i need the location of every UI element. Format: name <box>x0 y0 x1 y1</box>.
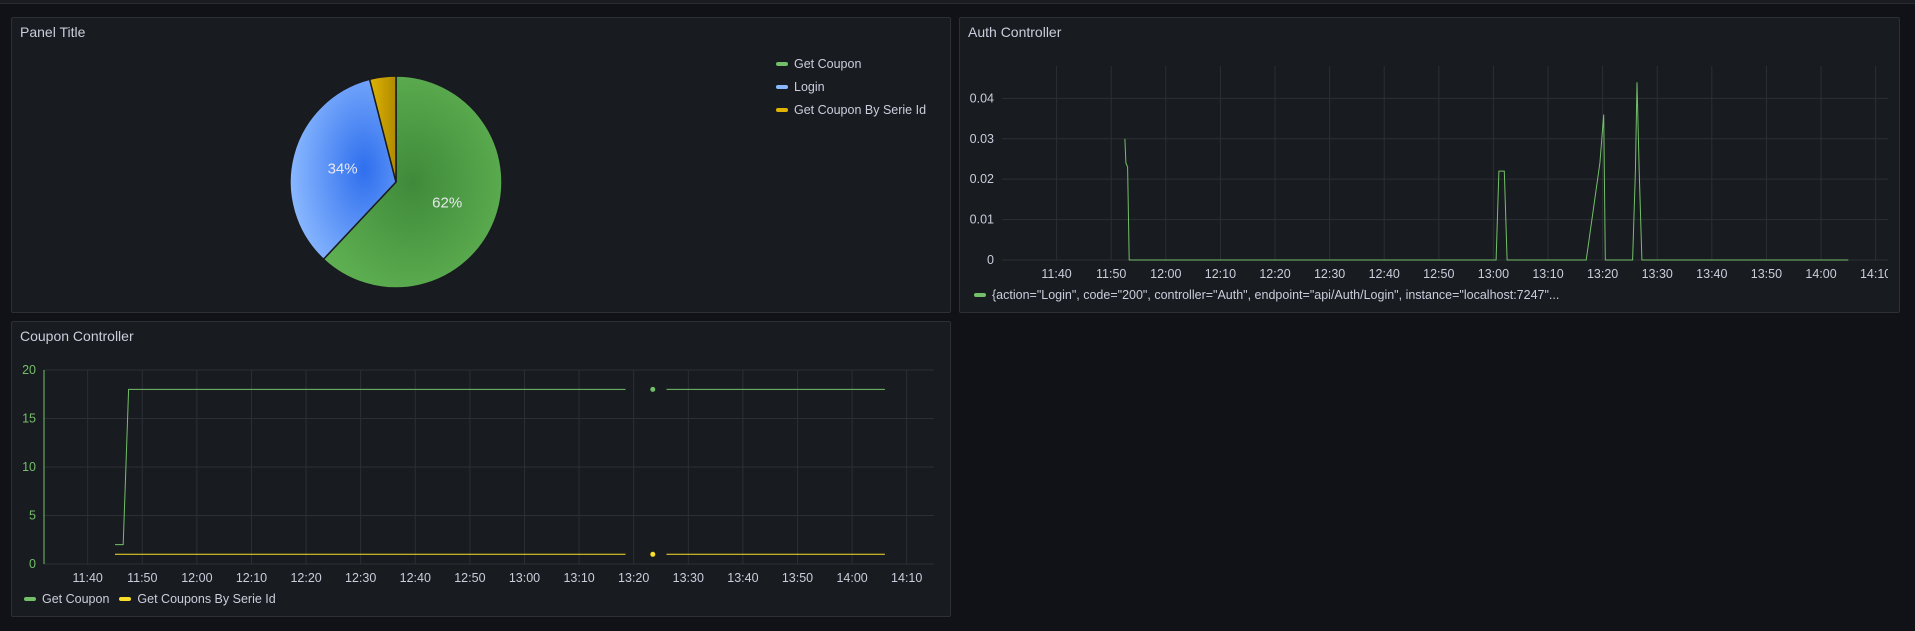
x-tick-label: 14:00 <box>836 571 867 585</box>
x-tick-label: 12:30 <box>345 571 376 585</box>
legend-item[interactable]: Get Coupon <box>776 57 861 71</box>
x-tick-label: 13:30 <box>1642 267 1673 281</box>
auth-controller-panel: Auth Controller 0 0.01 0.02 0.03 0.04 11:40 11… <box>959 17 1900 313</box>
y-tick-label: 20 <box>22 363 36 377</box>
y-tick-label: 0.03 <box>970 132 994 146</box>
x-tick-label: 12:50 <box>454 571 485 585</box>
x-tick-label: 13:00 <box>1478 267 1509 281</box>
y-tick-label: 0 <box>987 253 994 267</box>
y-tick-label: 5 <box>29 509 36 523</box>
x-tick-label: 12:10 <box>1205 267 1236 281</box>
x-tick-label: 13:20 <box>618 571 649 585</box>
y-tick-label: 0 <box>29 557 36 571</box>
x-tick-label: 13:50 <box>782 571 813 585</box>
legend-swatch <box>776 85 788 89</box>
x-tick-label: 12:40 <box>1369 267 1400 281</box>
x-tick-label: 13:50 <box>1751 267 1782 281</box>
x-tick-label: 11:50 <box>127 571 157 585</box>
x-tick-label: 13:10 <box>563 571 594 585</box>
x-tick-label: 11:50 <box>1096 267 1126 281</box>
x-tick-label: 13:30 <box>673 571 704 585</box>
x-tick-label: 12:30 <box>1314 267 1345 281</box>
coupon-line-chart: 0 5 10 15 20 11:40 11:50 12:00 12:10 12:20 12:30 12… <box>22 363 934 585</box>
top-bar-divider <box>0 0 1915 4</box>
legend-swatch <box>776 62 788 66</box>
x-tick-label: 12:40 <box>400 571 431 585</box>
y-tick-label: 0.02 <box>970 172 994 186</box>
auth-plot-area: 0 0.01 0.02 0.03 0.04 11:40 11:50 12:00 12:10 12:… <box>970 66 1891 281</box>
legend-item[interactable]: Get Coupons By Serie Id <box>119 592 276 606</box>
legend-item[interactable]: {action="Login", code="200", controller=… <box>974 288 1559 302</box>
coupon-controller-panel: Coupon Controller 0 5 10 15 20 11:40 11:50 12:0… <box>11 321 951 617</box>
legend-swatch <box>24 597 36 601</box>
legend-item[interactable]: Login <box>776 80 825 94</box>
legend-label: {action="Login", code="200", controller=… <box>992 288 1560 302</box>
x-tick-label: 13:10 <box>1532 267 1563 281</box>
legend-swatch <box>776 108 788 112</box>
x-tick-label: 12:00 <box>1150 267 1181 281</box>
x-tick-label: 12:00 <box>181 571 212 585</box>
series-point <box>650 386 656 392</box>
series-point <box>650 551 656 557</box>
x-tick-label: 13:00 <box>509 571 540 585</box>
x-tick-label: 14:10 <box>891 571 922 585</box>
x-tick-label: 12:20 <box>290 571 321 585</box>
legend-item[interactable]: Get Coupon By Serie Id <box>776 103 926 117</box>
x-tick-label: 11:40 <box>1041 267 1071 281</box>
x-tick-label: 12:50 <box>1423 267 1454 281</box>
coupon-plot-area: 0 5 10 15 20 11:40 11:50 12:00 12:10 12:20 12:30 12… <box>22 363 934 585</box>
auth-legend: {action="Login", code="200", controller=… <box>974 288 1569 302</box>
legend-label: Login <box>794 80 825 94</box>
legend-label: Get Coupons By Serie Id <box>137 592 276 606</box>
x-tick-label: 14:10 <box>1860 267 1891 281</box>
legend-label: Get Coupon <box>42 592 110 606</box>
legend-swatch <box>119 597 132 601</box>
legend-label: Get Coupon By Serie Id <box>794 103 927 117</box>
pie-panel: Panel Title 62% 34% Get Coupon Login Get… <box>11 17 951 313</box>
y-tick-label: 0.01 <box>970 213 994 227</box>
x-tick-label: 13:40 <box>1696 267 1727 281</box>
x-tick-label: 13:40 <box>727 571 758 585</box>
x-tick-label: 11:40 <box>73 571 103 585</box>
x-tick-label: 12:20 <box>1259 267 1290 281</box>
x-tick-label: 12:10 <box>236 571 267 585</box>
y-tick-label: 15 <box>22 412 36 426</box>
coupon-legend: Get Coupon Get Coupons By Serie Id <box>24 592 286 606</box>
y-tick-label: 0.04 <box>970 91 994 105</box>
y-tick-label: 10 <box>22 460 36 474</box>
legend-swatch <box>974 293 986 297</box>
x-tick-label: 13:20 <box>1587 267 1618 281</box>
x-tick-label: 14:00 <box>1805 267 1836 281</box>
legend-label: Get Coupon <box>794 57 862 71</box>
legend-item[interactable]: Get Coupon <box>24 592 109 606</box>
pie-slice-label: 34% <box>328 160 358 177</box>
auth-series-line <box>1124 82 1849 261</box>
auth-line-chart: 0 0.01 0.02 0.03 0.04 11:40 11:50 12:00 12:10 12:… <box>970 66 1891 281</box>
pie-slice-label: 62% <box>432 194 462 211</box>
